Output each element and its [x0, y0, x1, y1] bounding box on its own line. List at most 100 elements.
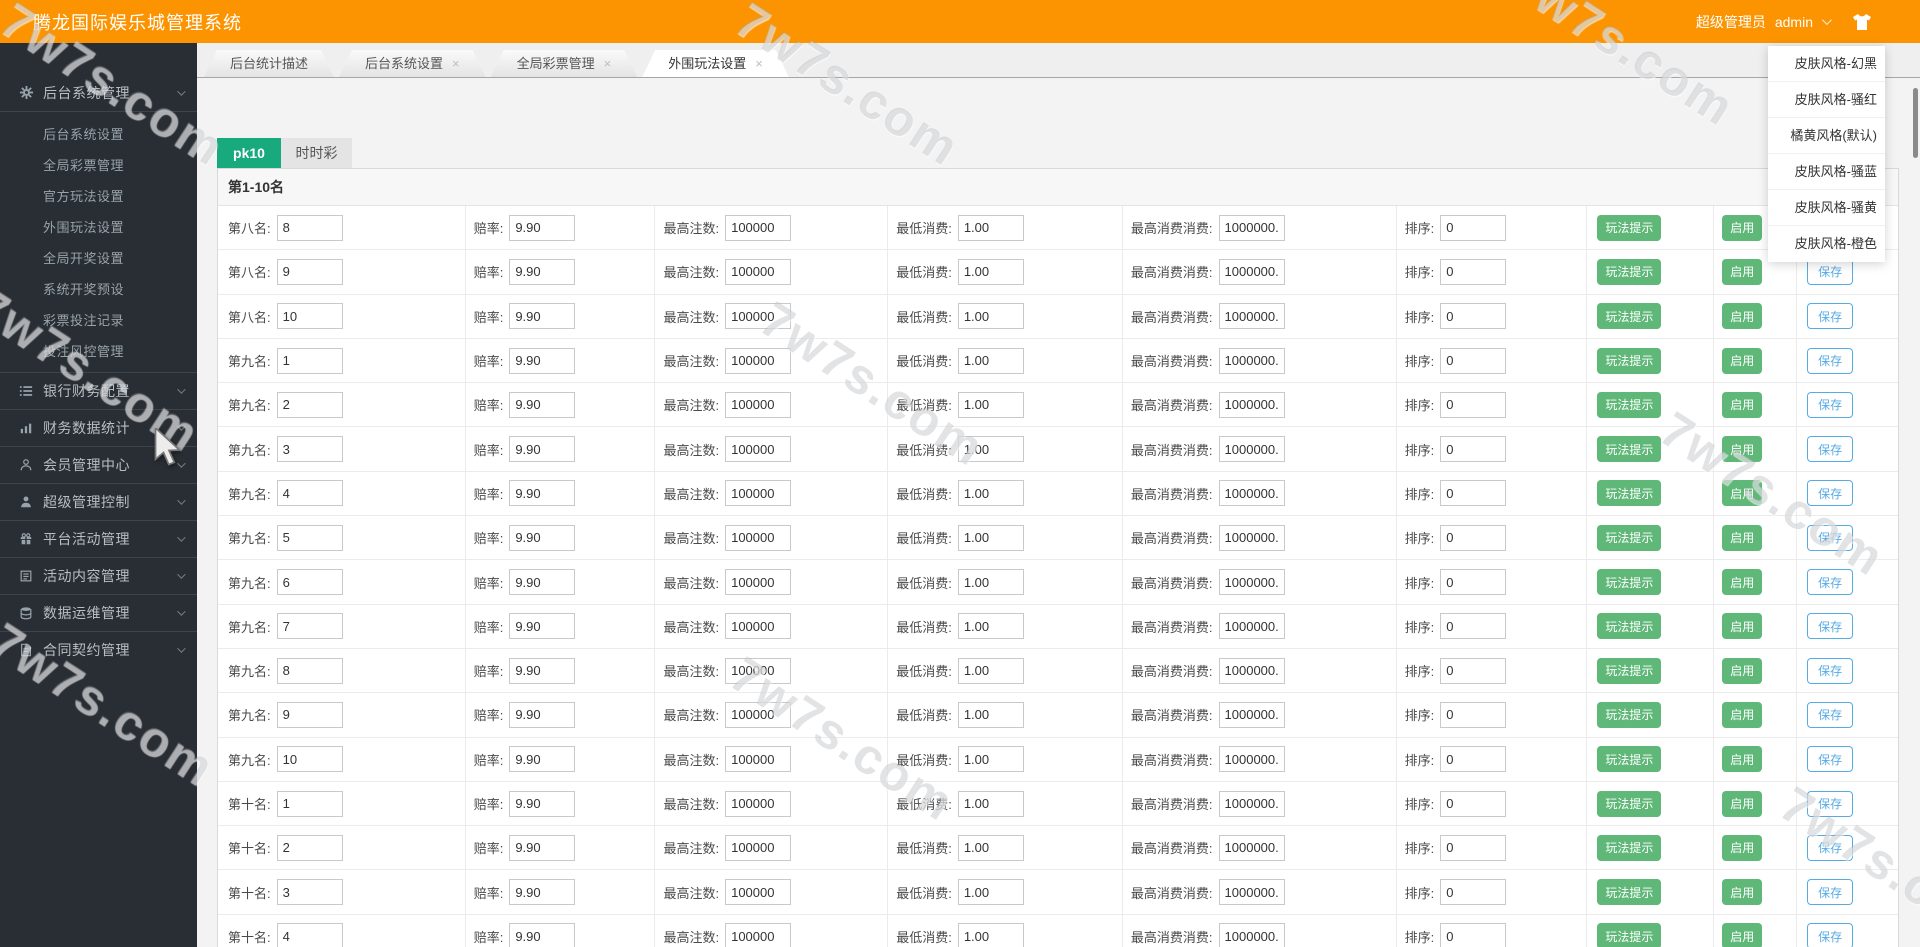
workspace-tab-0[interactable]: 后台统计描述 [204, 50, 334, 77]
max-bets-input[interactable] [725, 303, 792, 330]
odds-input[interactable] [509, 657, 576, 684]
max-consume-input[interactable] [1218, 480, 1285, 507]
odds-input[interactable] [509, 879, 576, 906]
max-consume-input[interactable] [1218, 613, 1285, 640]
save-button[interactable]: 保存 [1807, 746, 1854, 773]
rank-input[interactable] [276, 214, 343, 241]
rank-input[interactable] [276, 790, 343, 817]
skin-menu-item-4[interactable]: 皮肤风格-骚黄 [1768, 190, 1885, 226]
rank-input[interactable] [276, 569, 343, 596]
odds-input[interactable] [509, 524, 576, 551]
rank-input[interactable] [276, 480, 343, 507]
max-consume-input[interactable] [1218, 258, 1285, 285]
enable-button[interactable]: 启用 [1722, 436, 1763, 463]
max-consume-input[interactable] [1218, 657, 1285, 684]
min-consume-input[interactable] [957, 569, 1024, 596]
rank-input[interactable] [276, 613, 343, 640]
save-button[interactable]: 保存 [1807, 391, 1854, 418]
max-bets-input[interactable] [725, 436, 792, 463]
min-consume-input[interactable] [957, 391, 1024, 418]
sort-input[interactable] [1440, 214, 1507, 241]
play-tip-button[interactable]: 玩法提示 [1597, 613, 1662, 640]
play-tip-button[interactable]: 玩法提示 [1597, 214, 1662, 241]
workspace-tab-3[interactable]: 外围玩法设置 × [642, 50, 789, 77]
sort-input[interactable] [1440, 391, 1507, 418]
sort-input[interactable] [1440, 613, 1507, 640]
odds-input[interactable] [509, 923, 576, 947]
min-consume-input[interactable] [957, 436, 1024, 463]
odds-input[interactable] [509, 613, 576, 640]
skin-menu-item-2[interactable]: 橘黄风格(默认) [1768, 118, 1885, 154]
save-button[interactable]: 保存 [1807, 613, 1854, 640]
save-button[interactable]: 保存 [1807, 569, 1854, 596]
rank-input[interactable] [276, 303, 343, 330]
sort-input[interactable] [1440, 657, 1507, 684]
tab-shishicai[interactable]: 时时彩 [281, 138, 352, 168]
sort-input[interactable] [1440, 790, 1507, 817]
rank-input[interactable] [276, 436, 343, 463]
min-consume-input[interactable] [957, 347, 1024, 374]
sort-input[interactable] [1440, 258, 1507, 285]
workspace-tab-1[interactable]: 后台系统设置 × [339, 50, 486, 77]
play-tip-button[interactable]: 玩法提示 [1597, 524, 1662, 551]
sidebar-section-5[interactable]: 平台活动管理 [0, 520, 197, 557]
rank-input[interactable] [276, 746, 343, 773]
sort-input[interactable] [1440, 746, 1507, 773]
min-consume-input[interactable] [957, 834, 1024, 861]
max-bets-input[interactable] [725, 214, 792, 241]
min-consume-input[interactable] [957, 746, 1024, 773]
enable-button[interactable]: 启用 [1722, 303, 1763, 330]
sidebar-item-0-4[interactable]: 全局开奖设置 [0, 242, 197, 273]
min-consume-input[interactable] [957, 480, 1024, 507]
save-button[interactable]: 保存 [1807, 701, 1854, 728]
min-consume-input[interactable] [957, 701, 1024, 728]
rank-input[interactable] [276, 657, 343, 684]
max-bets-input[interactable] [725, 746, 792, 773]
enable-button[interactable]: 启用 [1722, 524, 1763, 551]
play-tip-button[interactable]: 玩法提示 [1597, 657, 1662, 684]
max-consume-input[interactable] [1218, 701, 1285, 728]
admin-menu[interactable]: 超级管理员 admin [1696, 12, 1832, 32]
enable-button[interactable]: 启用 [1722, 790, 1763, 817]
rank-input[interactable] [276, 923, 343, 947]
min-consume-input[interactable] [957, 923, 1024, 947]
save-button[interactable]: 保存 [1807, 834, 1854, 861]
enable-button[interactable]: 启用 [1722, 258, 1763, 285]
sort-input[interactable] [1440, 834, 1507, 861]
max-bets-input[interactable] [725, 701, 792, 728]
close-icon[interactable]: × [755, 57, 763, 70]
max-consume-input[interactable] [1218, 746, 1285, 773]
enable-button[interactable]: 启用 [1722, 214, 1763, 241]
rank-input[interactable] [276, 834, 343, 861]
sidebar-item-0-2[interactable]: 官方玩法设置 [0, 180, 197, 211]
sidebar-section-4[interactable]: 超级管理控制 [0, 483, 197, 520]
enable-button[interactable]: 启用 [1722, 480, 1763, 507]
play-tip-button[interactable]: 玩法提示 [1597, 569, 1662, 596]
sort-input[interactable] [1440, 524, 1507, 551]
max-bets-input[interactable] [725, 391, 792, 418]
max-bets-input[interactable] [725, 569, 792, 596]
sort-input[interactable] [1440, 436, 1507, 463]
save-button[interactable]: 保存 [1807, 436, 1854, 463]
play-tip-button[interactable]: 玩法提示 [1597, 834, 1662, 861]
play-tip-button[interactable]: 玩法提示 [1597, 701, 1662, 728]
save-button[interactable]: 保存 [1807, 879, 1854, 906]
enable-button[interactable]: 启用 [1722, 701, 1763, 728]
enable-button[interactable]: 启用 [1722, 834, 1763, 861]
sidebar-section-2[interactable]: 财务数据统计 [0, 409, 197, 446]
play-tip-button[interactable]: 玩法提示 [1597, 391, 1662, 418]
odds-input[interactable] [509, 480, 576, 507]
sort-input[interactable] [1440, 303, 1507, 330]
tab-pk10[interactable]: pk10 [217, 138, 281, 168]
min-consume-input[interactable] [957, 214, 1024, 241]
play-tip-button[interactable]: 玩法提示 [1597, 790, 1662, 817]
play-tip-button[interactable]: 玩法提示 [1597, 436, 1662, 463]
odds-input[interactable] [509, 746, 576, 773]
max-bets-input[interactable] [725, 834, 792, 861]
rank-input[interactable] [276, 391, 343, 418]
odds-input[interactable] [509, 569, 576, 596]
play-tip-button[interactable]: 玩法提示 [1597, 879, 1662, 906]
max-bets-input[interactable] [725, 790, 792, 817]
play-tip-button[interactable]: 玩法提示 [1597, 923, 1662, 947]
play-tip-button[interactable]: 玩法提示 [1597, 258, 1662, 285]
